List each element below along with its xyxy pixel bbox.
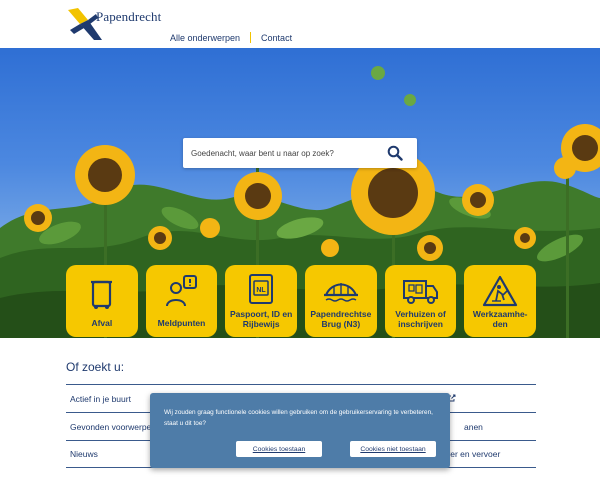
roadwork-icon	[483, 275, 518, 307]
list-item-label: Actief in je buurt	[70, 393, 131, 404]
list-item-label: Gevonden voorwerpen	[70, 421, 157, 432]
passport-icon-text: NL	[257, 287, 267, 294]
list-item-label-right: ver en vervoer	[446, 449, 501, 459]
search-icon[interactable]	[387, 145, 403, 161]
quick-links: Afval Meldpunten NL Paspoort, ID en Rijb…	[66, 265, 537, 340]
nav-separator	[250, 32, 252, 43]
tile-label: Werkzaamhe-den	[472, 309, 528, 329]
logo-text: Papendrecht	[96, 9, 162, 24]
nav-contact[interactable]: Contact	[261, 33, 292, 43]
tile-label: Verhuizen of inschrijven	[395, 309, 446, 329]
tile-label: Meldpunten	[157, 318, 206, 328]
tile-meldpunten[interactable]: Meldpunten	[145, 265, 218, 337]
accept-cookies-button[interactable]: Cookies toestaan	[236, 441, 322, 457]
tile-label: Afval	[91, 318, 113, 328]
search-input[interactable]	[183, 138, 383, 168]
cookie-text: Wij zouden graag functionele cookies wil…	[164, 409, 433, 427]
papendrecht-logo[interactable]: Papendrecht	[66, 6, 186, 42]
tile-verhuizen[interactable]: Verhuizen of inschrijven	[384, 265, 457, 337]
search-box	[183, 138, 417, 168]
tile-label: Paspoort, ID en Rijbewijs	[230, 309, 293, 329]
passport-icon: NL	[249, 274, 274, 304]
tile-brug[interactable]: Papendrechtse Brug (N3)	[305, 265, 377, 337]
tile-afval[interactable]: Afval	[66, 265, 138, 337]
tile-label: Papendrechtse Brug (N3)	[310, 309, 372, 329]
cookie-banner: Wij zouden graag functionele cookies wil…	[150, 393, 450, 468]
list-item-label: Nieuws	[70, 449, 98, 459]
person-report-icon	[165, 275, 197, 307]
list-item-label-right: anen	[464, 421, 483, 432]
trash-bin-icon	[90, 280, 112, 309]
tile-werkzaamheden[interactable]: Werkzaamhe-den	[464, 265, 537, 337]
moving-truck-icon	[402, 280, 438, 304]
tile-paspoort[interactable]: NL Paspoort, ID en Rijbewijs	[225, 265, 298, 337]
alternatives-title: Of zoekt u:	[66, 360, 125, 374]
site-header: Papendrecht Alle onderwerpen Contact	[0, 0, 600, 48]
bridge-icon	[323, 283, 358, 302]
main-nav: Alle onderwerpen Contact	[170, 32, 292, 43]
page: Papendrecht Alle onderwerpen Contact Goe…	[0, 0, 600, 480]
decline-cookies-button[interactable]: Cookies niet toestaan	[350, 441, 436, 457]
nav-all-topics[interactable]: Alle onderwerpen	[170, 33, 240, 43]
